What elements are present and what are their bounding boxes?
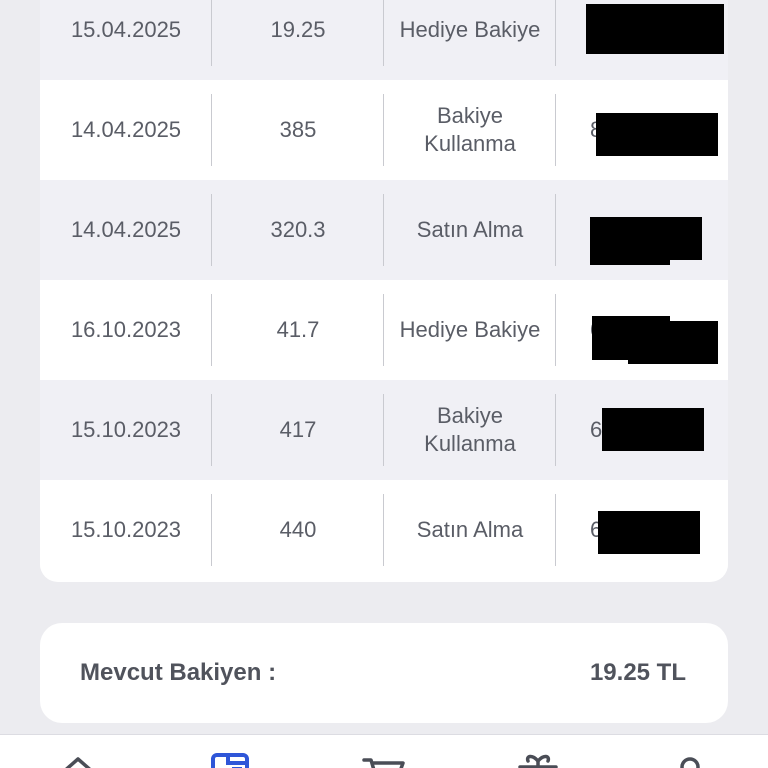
redaction-box [602,408,704,451]
transaction-date-text: 15.10.2023 [70,417,182,442]
transaction-date: 15.04.2025 [40,0,212,80]
redaction-box [624,217,702,260]
wallet-icon [211,753,249,768]
transaction-reference: 6 [556,280,728,380]
transaction-amount-text: 440 [279,517,317,542]
reference-visible-char: 6 [590,417,603,442]
nav-wallet[interactable] [208,751,256,768]
transaction-amount-text: 19.25 [270,17,326,42]
transaction-type-text: Hediye Bakiye [399,317,541,342]
gift-icon [518,754,558,768]
bottom-navigation [0,734,768,768]
current-balance-card: Mevcut Bakiyen : 19.25 TL [40,623,728,723]
current-balance-value: 19.25 TL [589,659,686,686]
nav-gift[interactable] [514,751,562,768]
transaction-amount: 385 [212,80,384,180]
user-icon [680,757,700,768]
transaction-date: 15.10.2023 [40,480,212,580]
redaction-box [598,511,700,554]
transaction-type-text: Bakiye Kullanma [424,403,516,456]
transaction-type-text: Satın Alma [416,517,524,542]
transaction-date-text: 14.04.2025 [70,217,182,242]
transaction-amount-text: 417 [279,417,317,442]
balance-history-screen: 15.04.2025 19.25 Hediye Bakiye 14.04.202… [0,0,768,768]
transactions-table: 15.04.2025 19.25 Hediye Bakiye 14.04.202… [40,0,728,582]
nav-home[interactable] [54,751,102,768]
nav-profile[interactable] [666,751,714,768]
redaction-box [628,321,718,364]
transaction-amount: 41.7 [212,280,384,380]
transaction-reference: 6 [556,480,728,580]
transaction-amount-text: 385 [279,117,317,142]
nav-cart[interactable] [360,751,408,768]
transaction-date: 14.04.2025 [40,180,212,280]
transaction-type-text: Satın Alma [416,217,524,242]
table-row: 15.10.2023 440 Satın Alma 6 [40,480,728,580]
current-balance-label: Mevcut Bakiyen : [80,659,277,686]
table-row: 15.04.2025 19.25 Hediye Bakiye [40,0,728,80]
transaction-type-text: Hediye Bakiye [399,17,541,42]
transaction-amount: 320.3 [212,180,384,280]
transaction-date: 15.10.2023 [40,380,212,480]
transaction-date-text: 15.04.2025 [70,17,182,42]
transaction-type: Bakiye Kullanma [384,80,556,180]
transaction-date: 16.10.2023 [40,280,212,380]
table-row: 16.10.2023 41.7 Hediye Bakiye 6 [40,280,728,380]
table-row: 15.10.2023 417 Bakiye Kullanma 6 [40,380,728,480]
transaction-type: Bakiye Kullanma [384,380,556,480]
transaction-reference: 8 [556,80,728,180]
transaction-amount: 417 [212,380,384,480]
transaction-type-text: Bakiye Kullanma [424,103,516,156]
transaction-amount: 440 [212,480,384,580]
transaction-date-text: 16.10.2023 [70,317,182,342]
transaction-amount-text: 320.3 [270,217,326,242]
redaction-box [586,4,724,54]
table-row: 14.04.2025 320.3 Satın Alma [40,180,728,280]
transaction-reference [556,180,728,280]
home-icon [65,757,91,768]
transaction-type: Hediye Bakiye [384,0,556,80]
transaction-reference: 6 [556,380,728,480]
transaction-type: Hediye Bakiye [384,280,556,380]
cart-icon [362,758,405,768]
transaction-date: 14.04.2025 [40,80,212,180]
transaction-type: Satın Alma [384,180,556,280]
transaction-reference [556,0,728,80]
transaction-amount: 19.25 [212,0,384,80]
table-row: 14.04.2025 385 Bakiye Kullanma 8 [40,80,728,180]
redaction-box [596,113,718,156]
transaction-date-text: 15.10.2023 [70,517,182,542]
transaction-amount-text: 41.7 [276,317,320,342]
transaction-date-text: 14.04.2025 [70,117,182,142]
transaction-type: Satın Alma [384,480,556,580]
